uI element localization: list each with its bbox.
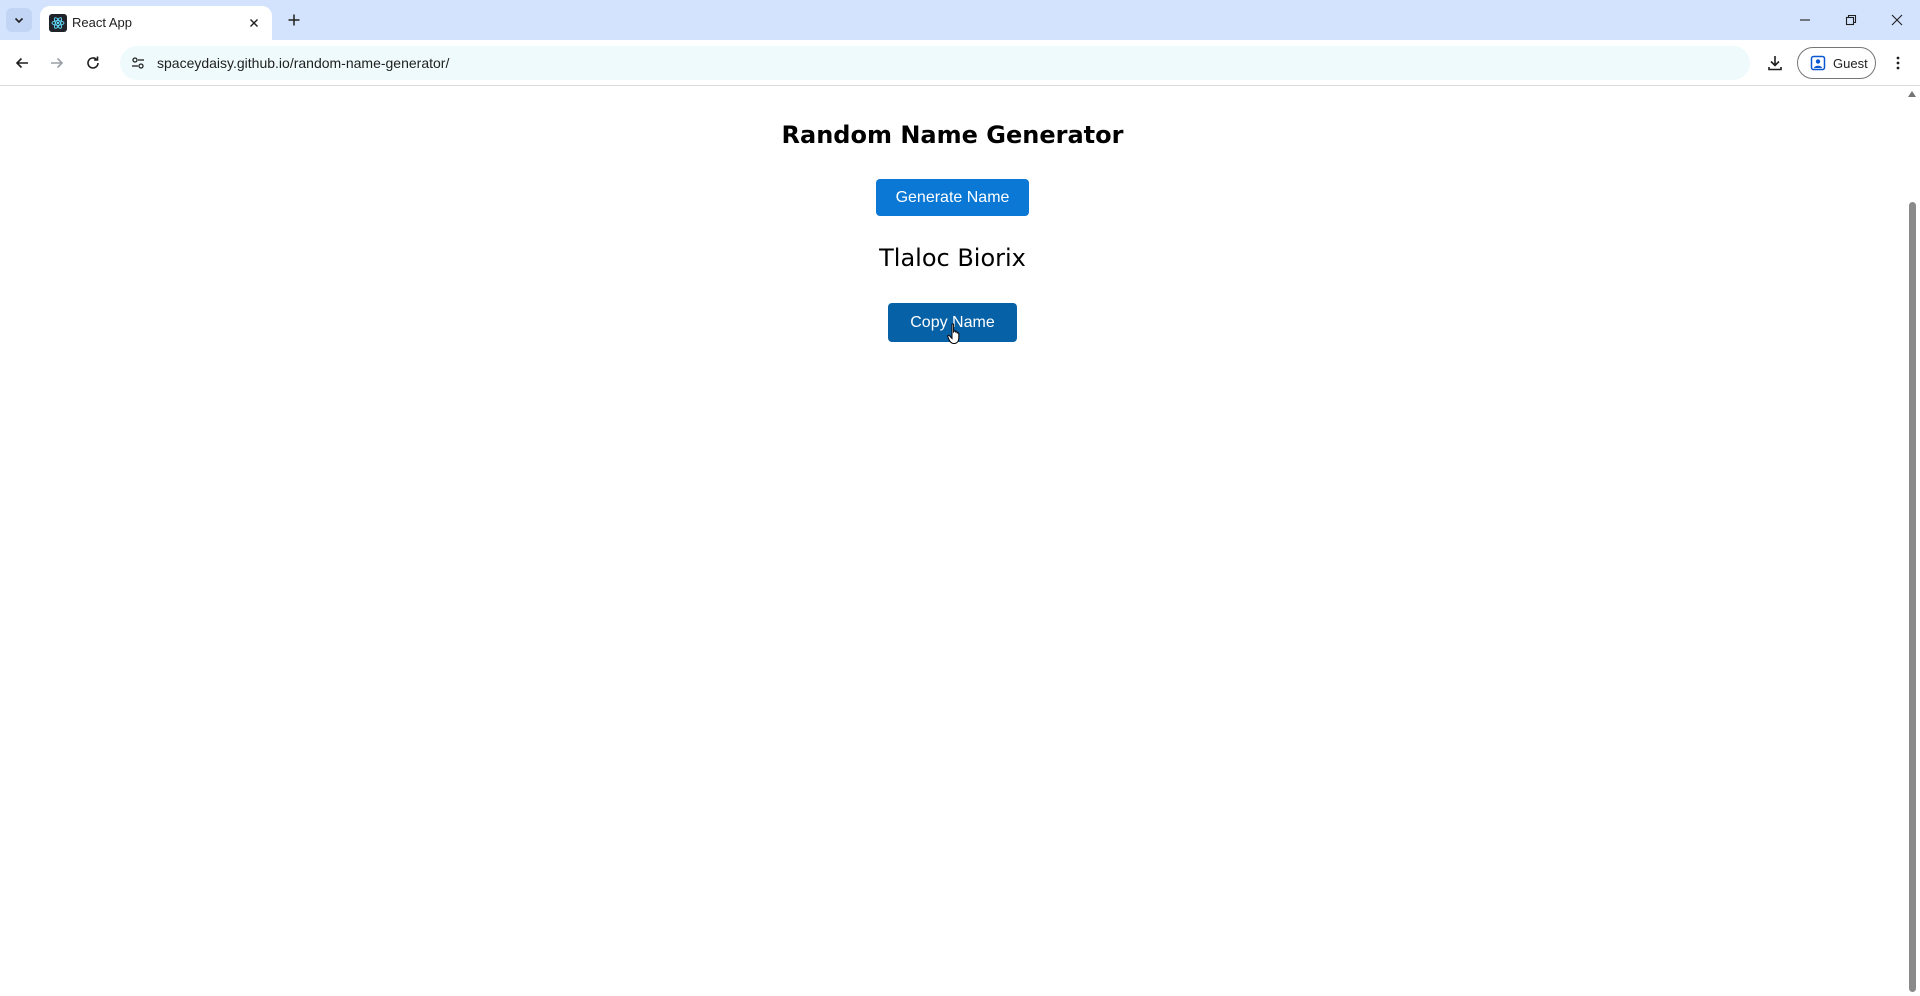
forward-button[interactable]	[42, 48, 72, 78]
react-favicon-icon	[49, 14, 67, 32]
plus-icon	[288, 14, 300, 26]
close-window-button[interactable]	[1874, 0, 1920, 40]
new-tab-button[interactable]	[282, 8, 306, 32]
more-vert-icon	[1896, 56, 1900, 70]
browser-menu-button[interactable]	[1883, 48, 1913, 78]
guest-profile-icon	[1810, 55, 1826, 71]
window-controls	[1782, 0, 1920, 40]
reload-button[interactable]	[78, 48, 108, 78]
restore-icon	[1845, 14, 1857, 26]
profile-button[interactable]: Guest	[1797, 47, 1876, 79]
address-bar[interactable]: spaceydaisy.github.io/random-name-genera…	[120, 46, 1750, 80]
site-info-button[interactable]	[126, 51, 150, 75]
chevron-down-icon	[14, 17, 24, 24]
arrow-right-icon	[51, 57, 64, 69]
minimize-icon	[1800, 19, 1810, 21]
scrollbar-thumb[interactable]	[1909, 202, 1916, 992]
tab-react-app[interactable]: React App	[40, 6, 272, 40]
restore-button[interactable]	[1828, 0, 1874, 40]
page-scrollbar[interactable]	[1905, 87, 1920, 996]
back-button[interactable]	[7, 48, 37, 78]
downloads-button[interactable]	[1760, 48, 1790, 78]
minimize-button[interactable]	[1782, 0, 1828, 40]
download-icon	[1768, 56, 1782, 71]
tab-search-button[interactable]	[6, 8, 32, 32]
profile-label: Guest	[1833, 55, 1868, 71]
page-viewport: Random Name Generator Generate Name Tlal…	[0, 87, 1905, 996]
tab-close-button[interactable]	[244, 13, 264, 33]
generated-name-text: Tlaloc Biorix	[879, 244, 1026, 272]
page-title: Random Name Generator	[781, 121, 1124, 149]
close-icon	[250, 19, 258, 27]
scroll-up-arrow-icon[interactable]	[1908, 91, 1916, 97]
close-icon	[1891, 14, 1903, 26]
browser-toolbar: spaceydaisy.github.io/random-name-genera…	[0, 40, 1920, 86]
tune-icon	[132, 57, 144, 69]
reload-icon	[87, 56, 99, 69]
tab-strip: React App	[0, 0, 1920, 40]
url-text[interactable]: spaceydaisy.github.io/random-name-genera…	[157, 55, 449, 71]
tab-title: React App	[72, 15, 132, 30]
hand-cursor-icon	[947, 323, 960, 344]
arrow-left-icon	[15, 57, 28, 69]
generate-name-button[interactable]: Generate Name	[876, 179, 1029, 216]
